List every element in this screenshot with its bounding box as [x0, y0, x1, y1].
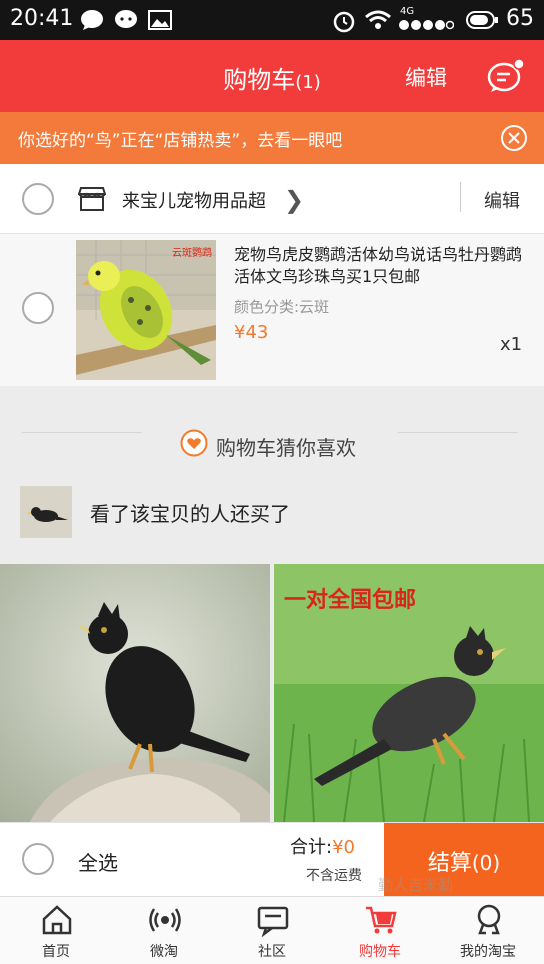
gallery-icon [148, 10, 172, 30]
divider [22, 432, 142, 433]
store-name[interactable]: 来宝儿宠物用品超 [122, 187, 266, 213]
home-icon [42, 905, 72, 935]
watermark-text: 勤人吉米勤 [378, 876, 454, 894]
close-icon[interactable] [500, 124, 528, 152]
checkout-bar: 全选 合计:¥0 不含运费 结算(0) [0, 822, 544, 897]
product-price: ¥43 [234, 322, 269, 343]
divider [460, 182, 461, 212]
cart-count: (1) [295, 72, 321, 93]
store-select-checkbox[interactable] [22, 183, 54, 215]
wifi-icon [365, 10, 391, 29]
message-icon[interactable] [486, 58, 526, 94]
tab-community[interactable]: 社区 [218, 897, 326, 964]
promo-banner[interactable]: 你选好的“鸟”正在“店铺热卖”，去看一眼吧 [0, 112, 544, 164]
bottom-tab-bar: 首页 微淘 社区 购物车 我的淘宝 [0, 896, 544, 964]
recommend-heading: 购物车猜你喜欢 [216, 436, 356, 460]
tab-cart[interactable]: 购物车 [326, 897, 434, 964]
image-watermark: 云斑鹦鹉 [172, 248, 212, 259]
chevron-right-icon[interactable]: ❯ [284, 186, 304, 214]
promo-tag: 一对全国包邮 [284, 588, 417, 613]
recommend-product-card[interactable] [0, 564, 270, 822]
chat-bubble-icon [81, 10, 103, 30]
signal-icon [399, 20, 454, 30]
divider [398, 432, 518, 433]
store-header: 来宝儿宠物用品超 ❯ 编辑 [0, 164, 544, 234]
shipping-note: 不含运费 [306, 868, 362, 884]
heart-icon [180, 429, 208, 457]
product-image[interactable]: 云斑鹦鹉 [76, 240, 216, 380]
product-title[interactable]: 宠物鸟虎皮鹦鹉活体幼鸟说话鸟牡丹鹦鹉活体文鸟珍珠鸟买1只包邮 [234, 244, 530, 288]
cart-item[interactable]: 云斑鹦鹉 宠物鸟虎皮鹦鹉活体幼鸟说话鸟牡丹鹦鹉活体文鸟珍珠鸟买1只包邮 颜色分类… [0, 234, 544, 386]
select-all-checkbox[interactable] [22, 843, 54, 875]
network-type: 4G [400, 6, 415, 17]
tab-weitao[interactable]: 微淘 [110, 897, 218, 964]
also-bought-text: 看了该宝贝的人还买了 [90, 502, 290, 526]
cart-icon [366, 906, 397, 934]
product-spec[interactable]: 颜色分类:云斑 [234, 296, 329, 317]
broadcast-icon [149, 908, 181, 932]
store-edit-button[interactable]: 编辑 [484, 187, 520, 213]
product-quantity: x1 [500, 334, 523, 355]
battery-icon [466, 11, 498, 29]
messenger-icon [115, 10, 137, 28]
total-price: 合计:¥0 [290, 837, 355, 858]
battery-level: 65 [506, 6, 534, 31]
tab-home[interactable]: 首页 [2, 897, 110, 964]
community-icon [257, 906, 289, 937]
select-all-label[interactable]: 全选 [78, 847, 118, 876]
header-edit-button[interactable]: 编辑 [405, 62, 447, 92]
tab-my-taobao[interactable]: 我的淘宝 [434, 897, 542, 964]
alarm-icon [333, 11, 355, 33]
status-time: 20:41 [10, 6, 74, 31]
parakeet-photo [76, 240, 216, 380]
profile-icon [477, 904, 501, 935]
banner-text: 你选好的“鸟”正在“店铺热卖”，去看一眼吧 [18, 131, 343, 151]
myna-photo [0, 564, 270, 822]
item-select-checkbox[interactable] [22, 292, 54, 324]
recommend-section: 购物车猜你喜欢 看了该宝贝的人还买了 [0, 386, 544, 564]
page-title: 购物车(1) [223, 66, 321, 94]
store-icon [78, 187, 106, 211]
header-bar: 购物车(1) 编辑 [0, 40, 544, 112]
status-bar: 20:41 4G 65 [0, 0, 544, 40]
recommend-product-card[interactable]: 一对全国包邮 [274, 564, 544, 822]
bird-thumbnail[interactable] [20, 486, 72, 538]
